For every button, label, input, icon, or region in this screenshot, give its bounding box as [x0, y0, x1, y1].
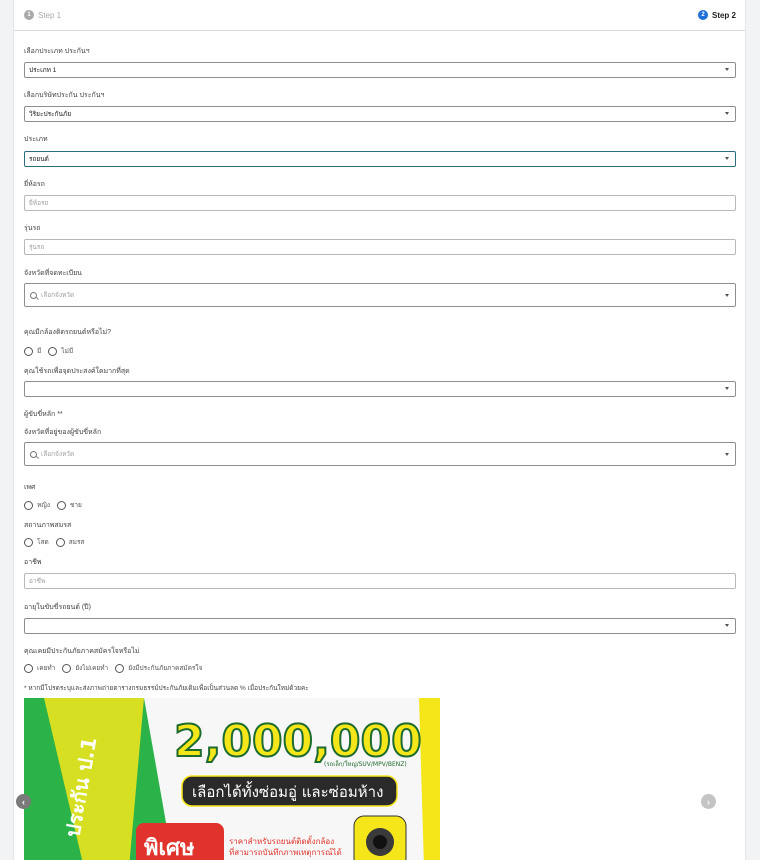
chevron-down-icon [725, 453, 729, 456]
form-card: 1 Step 1 2 Step 2 เลือกประเภท ประกันฯ ปร… [13, 0, 746, 860]
volunteer-option-done-label: เคยทำ [37, 665, 56, 672]
volunteer-option-never[interactable]: ยังไม่เคยทำ [62, 663, 108, 673]
radio-circle-icon [24, 500, 33, 510]
province-select[interactable]: เลือกจังหวัด [24, 283, 736, 307]
chevron-down-icon [725, 624, 729, 627]
chevron-down-icon [725, 387, 729, 390]
model-label: รุ่นรถ [24, 225, 41, 232]
volunteer-label: คุณเคยมีประกันภัยภาคสมัครใจหรือไม่ [24, 648, 140, 655]
gender-option-male[interactable]: ชาย [57, 500, 82, 510]
banner-vehicle-note: (รถเล็ก/ใหญ่/SUV/MPV/BENZ) [324, 759, 407, 768]
footnote: * หากมีโปรดระบุและส่งภาพถ่ายตารางกรมธรรม… [24, 685, 309, 692]
model-input[interactable]: รุ่นรถ [24, 239, 736, 255]
radio-circle-icon [57, 500, 66, 510]
volunteer-option-current-label: ยังมีประกันภัยภาคสมัครใจ [128, 665, 203, 672]
volunteer-option-current[interactable]: ยังมีประกันภัยภาคสมัครใจ [115, 663, 202, 673]
insurance-type-label: เลือกประเภท ประกันฯ [24, 48, 90, 55]
marital-option-single[interactable]: โสด [24, 537, 49, 547]
brand-label: ยี่ห้อรถ [24, 181, 45, 188]
brand-placeholder: ยี่ห้อรถ [29, 200, 49, 207]
step-2-label: Step 2 [711, 10, 736, 20]
volunteer-option-never-label: ยังไม่เคยทำ [75, 665, 109, 672]
dashcam-radio-group: มี ไม่มี [24, 346, 80, 356]
marital-label: สถานภาพสมรส [24, 522, 72, 529]
banner-promo-line1: ราคาสำหรับรถยนต์ติดตั้งกล้อง [229, 835, 334, 846]
insurance-type-select[interactable]: ประเภท 1 [24, 62, 736, 78]
province-placeholder: เลือกจังหวัด [41, 292, 75, 299]
insurer-value: วิริยะประกันภัย [29, 111, 72, 118]
banner-headline: เลือกได้ทั้งซ่อมอู่ และซ่อมห้าง [192, 781, 383, 801]
marital-option-single-label: โสด [37, 539, 49, 546]
volunteer-radio-group: เคยทำ ยังไม่เคยทำ ยังมีประกันภัยภาคสมัคร… [24, 663, 209, 673]
chevron-down-icon [725, 294, 729, 297]
usage-label: คุณใช้รถเพื่อจุดประสงค์ใดมากที่สุด [24, 368, 130, 375]
insurance-type-value: ประเภท 1 [29, 67, 57, 74]
occupation-input[interactable]: อาชีพ [24, 573, 736, 589]
step-indicator: 1 Step 1 2 Step 2 [14, 0, 745, 31]
banner-amount: 2,000,000 [174, 716, 422, 767]
occupation-placeholder: อาชีพ [29, 578, 46, 585]
gender-option-female-label: หญิง [37, 502, 50, 509]
car-type-select[interactable]: รถยนต์ [24, 151, 736, 167]
step-2-number: 2 [697, 10, 708, 20]
step-1-label: Step 1 [38, 10, 62, 20]
model-placeholder: รุ่นรถ [29, 244, 45, 251]
chevron-down-icon [725, 157, 729, 160]
driving-years-select[interactable] [24, 618, 736, 634]
gender-label: เพศ [24, 484, 36, 491]
radio-circle-icon [62, 663, 72, 673]
brand-input[interactable]: ยี่ห้อรถ [24, 195, 736, 211]
radio-circle-icon [24, 537, 33, 547]
insurer-select[interactable]: วิริยะประกันภัย [24, 106, 736, 122]
marital-radio-group: โสด สมรส [24, 537, 91, 547]
marital-option-married[interactable]: สมรส [55, 537, 85, 547]
search-icon [30, 291, 37, 299]
chevron-right-icon[interactable]: › [701, 794, 716, 809]
gender-radio-group: หญิง ชาย [24, 500, 89, 510]
occupation-label: อาชีพ [24, 559, 42, 566]
dashcam-option-no[interactable]: ไม่มี [48, 346, 73, 356]
dashcam-option-yes-label: มี [37, 348, 42, 355]
radio-circle-icon [55, 537, 65, 547]
driver-province-select[interactable]: เลือกจังหวัด [24, 442, 736, 466]
marital-option-married-label: สมรส [68, 539, 85, 546]
search-icon [30, 450, 37, 458]
driver-province-label: จังหวัดที่อยู่ของผู้ขับขี่หลัก [24, 429, 102, 436]
radio-circle-icon [24, 346, 33, 356]
dashcam-label: คุณมีกล้องติดรถยนต์หรือไม่? [24, 329, 112, 336]
insurer-label: เลือกบริษัทประกัน ประกันฯ [24, 92, 105, 99]
usage-select[interactable] [24, 381, 736, 397]
dashcam-option-no-label: ไม่มี [61, 348, 74, 355]
promo-banner-art: ประกัน ป.1 2,000,000 (รถเล็ก/ใหญ่/SUV/MP… [24, 698, 440, 860]
driving-years-label: อายุในขับขี่รถยนต์ (ปี) [24, 604, 91, 611]
car-type-label: ประเภท [24, 136, 48, 143]
camera-lens-inner [373, 835, 387, 849]
gender-option-female[interactable]: หญิง [24, 500, 50, 510]
step-1-number: 1 [24, 10, 34, 20]
driver-province-placeholder: เลือกจังหวัด [41, 451, 75, 458]
radio-circle-icon [48, 346, 58, 356]
step-2[interactable]: 2 Step 2 [697, 10, 736, 20]
car-type-value: รถยนต์ [29, 156, 49, 163]
banner-promo-line2: ที่สามารถบันทึกภาพเหตุการณ์ได้ [229, 846, 342, 857]
province-label: จังหวัดที่จดทะเบียน [24, 270, 82, 277]
promo-banner[interactable]: ประกัน ป.1 2,000,000 (รถเล็ก/ใหญ่/SUV/MP… [24, 698, 440, 860]
volunteer-option-done[interactable]: เคยทำ [24, 663, 55, 673]
step-1[interactable]: 1 Step 1 [24, 10, 61, 20]
main-driver-heading: ผู้ขับขี่หลัก ** [24, 411, 63, 418]
dashcam-option-yes[interactable]: มี [24, 346, 41, 356]
radio-circle-icon [24, 663, 33, 673]
gender-option-male-label: ชาย [70, 502, 82, 509]
banner-special: พิเศษ [144, 836, 195, 860]
radio-circle-icon [115, 663, 125, 673]
chevron-down-icon [725, 68, 729, 71]
chevron-left-icon[interactable]: ‹ [16, 794, 31, 809]
chevron-down-icon [725, 112, 729, 115]
